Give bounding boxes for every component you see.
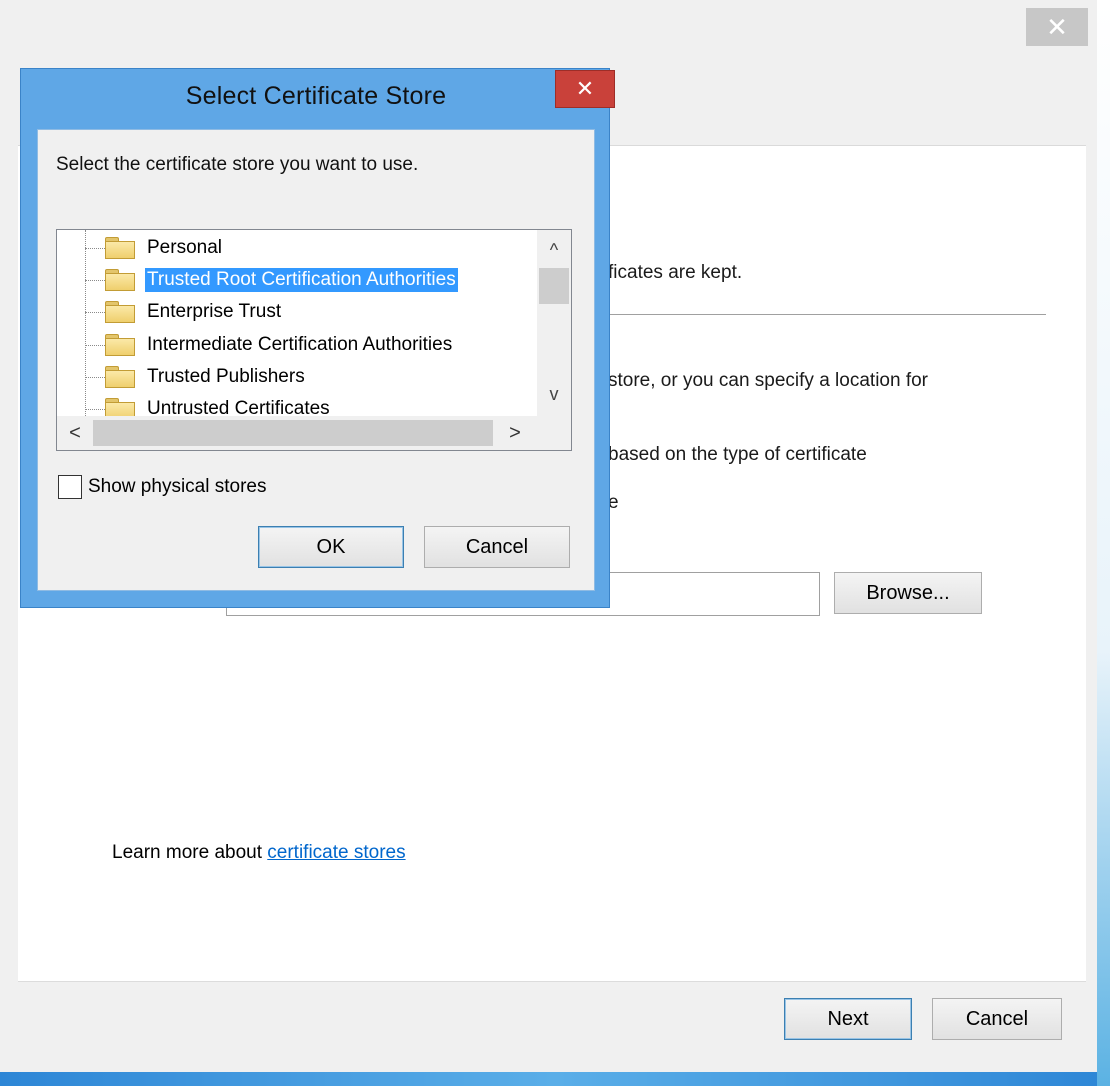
horizontal-scroll-thumb[interactable] bbox=[93, 420, 493, 446]
folder-icon bbox=[105, 237, 135, 259]
browse-button[interactable]: Browse... bbox=[834, 572, 982, 614]
tree-item-enterprise-trust[interactable]: Enterprise Trust bbox=[57, 296, 537, 328]
folder-icon bbox=[105, 269, 135, 291]
learn-more-text: Learn more about certificate stores bbox=[112, 842, 406, 864]
show-physical-stores-label: Show physical stores bbox=[88, 476, 267, 497]
tree-item-trusted-root[interactable]: Trusted Root Certification Authorities bbox=[57, 264, 537, 296]
footer-divider bbox=[18, 981, 1086, 982]
wizard-divider bbox=[590, 314, 1046, 315]
tree-item-label: Untrusted Certificates bbox=[147, 398, 330, 416]
scrollbar-corner bbox=[537, 416, 571, 450]
next-button[interactable]: Next bbox=[784, 998, 912, 1040]
tree-item-label: Trusted Root Certification Authorities bbox=[145, 268, 458, 292]
scroll-left-icon[interactable]: < bbox=[57, 416, 93, 450]
tree-item-label: Trusted Publishers bbox=[147, 366, 305, 387]
folder-icon bbox=[105, 334, 135, 356]
tree-connector bbox=[85, 312, 105, 313]
scroll-right-icon[interactable]: > bbox=[497, 416, 533, 450]
wizard-cancel-button[interactable]: Cancel bbox=[932, 998, 1062, 1040]
vertical-scroll-thumb[interactable] bbox=[539, 268, 569, 304]
dialog-close-button[interactable]: ✕ bbox=[555, 70, 615, 108]
folder-icon bbox=[105, 301, 135, 323]
dialog-title: Select Certificate Store bbox=[185, 82, 447, 110]
tree-connector bbox=[85, 248, 105, 249]
tree-item-personal[interactable]: Personal bbox=[57, 232, 537, 264]
tree-connector bbox=[85, 409, 105, 410]
folder-icon bbox=[105, 366, 135, 388]
show-physical-stores-checkbox[interactable] bbox=[58, 475, 82, 499]
horizontal-scrollbar[interactable]: < > bbox=[57, 416, 537, 450]
wizard-close-button[interactable]: ✕ bbox=[1026, 8, 1088, 46]
close-icon: ✕ bbox=[575, 76, 595, 101]
tree-item-label: Enterprise Trust bbox=[147, 301, 282, 322]
dialog-cancel-button[interactable]: Cancel bbox=[424, 526, 570, 568]
tree-items: Personal Trusted Root Certification Auth… bbox=[57, 230, 537, 416]
tree-connector bbox=[85, 345, 105, 346]
tree-connector bbox=[85, 377, 105, 378]
ok-button[interactable]: OK bbox=[258, 526, 404, 568]
tree-item-trusted-publishers[interactable]: Trusted Publishers bbox=[57, 361, 537, 393]
wizard-store-text: store, or you can specify a location for bbox=[608, 370, 928, 391]
desktop-edge bbox=[1097, 0, 1110, 1086]
desktop-strip bbox=[0, 1072, 1110, 1086]
tree-item-label: Personal bbox=[147, 237, 222, 258]
close-icon: ✕ bbox=[1046, 12, 1068, 42]
tree-item-label: Intermediate Certification Authorities bbox=[147, 334, 453, 355]
vertical-scrollbar[interactable]: ^ v bbox=[537, 230, 571, 416]
tree-item-untrusted[interactable]: Untrusted Certificates bbox=[57, 393, 537, 416]
wizard-auto-select-option-text: based on the type of certificate bbox=[608, 444, 867, 465]
dialog-prompt: Select the certificate store you want to… bbox=[56, 154, 419, 175]
certificate-stores-link[interactable]: certificate stores bbox=[267, 842, 405, 863]
tree-item-intermediate[interactable]: Intermediate Certification Authorities bbox=[57, 329, 537, 361]
folder-icon bbox=[105, 398, 135, 416]
wizard-description-text: ficates are kept. bbox=[608, 262, 743, 283]
scroll-down-icon[interactable]: v bbox=[537, 380, 571, 408]
tree-connector bbox=[85, 280, 105, 281]
certificate-store-tree[interactable]: Personal Trusted Root Certification Auth… bbox=[56, 229, 572, 451]
scroll-up-icon[interactable]: ^ bbox=[537, 236, 571, 264]
learn-more-prefix: Learn more about bbox=[112, 842, 268, 863]
